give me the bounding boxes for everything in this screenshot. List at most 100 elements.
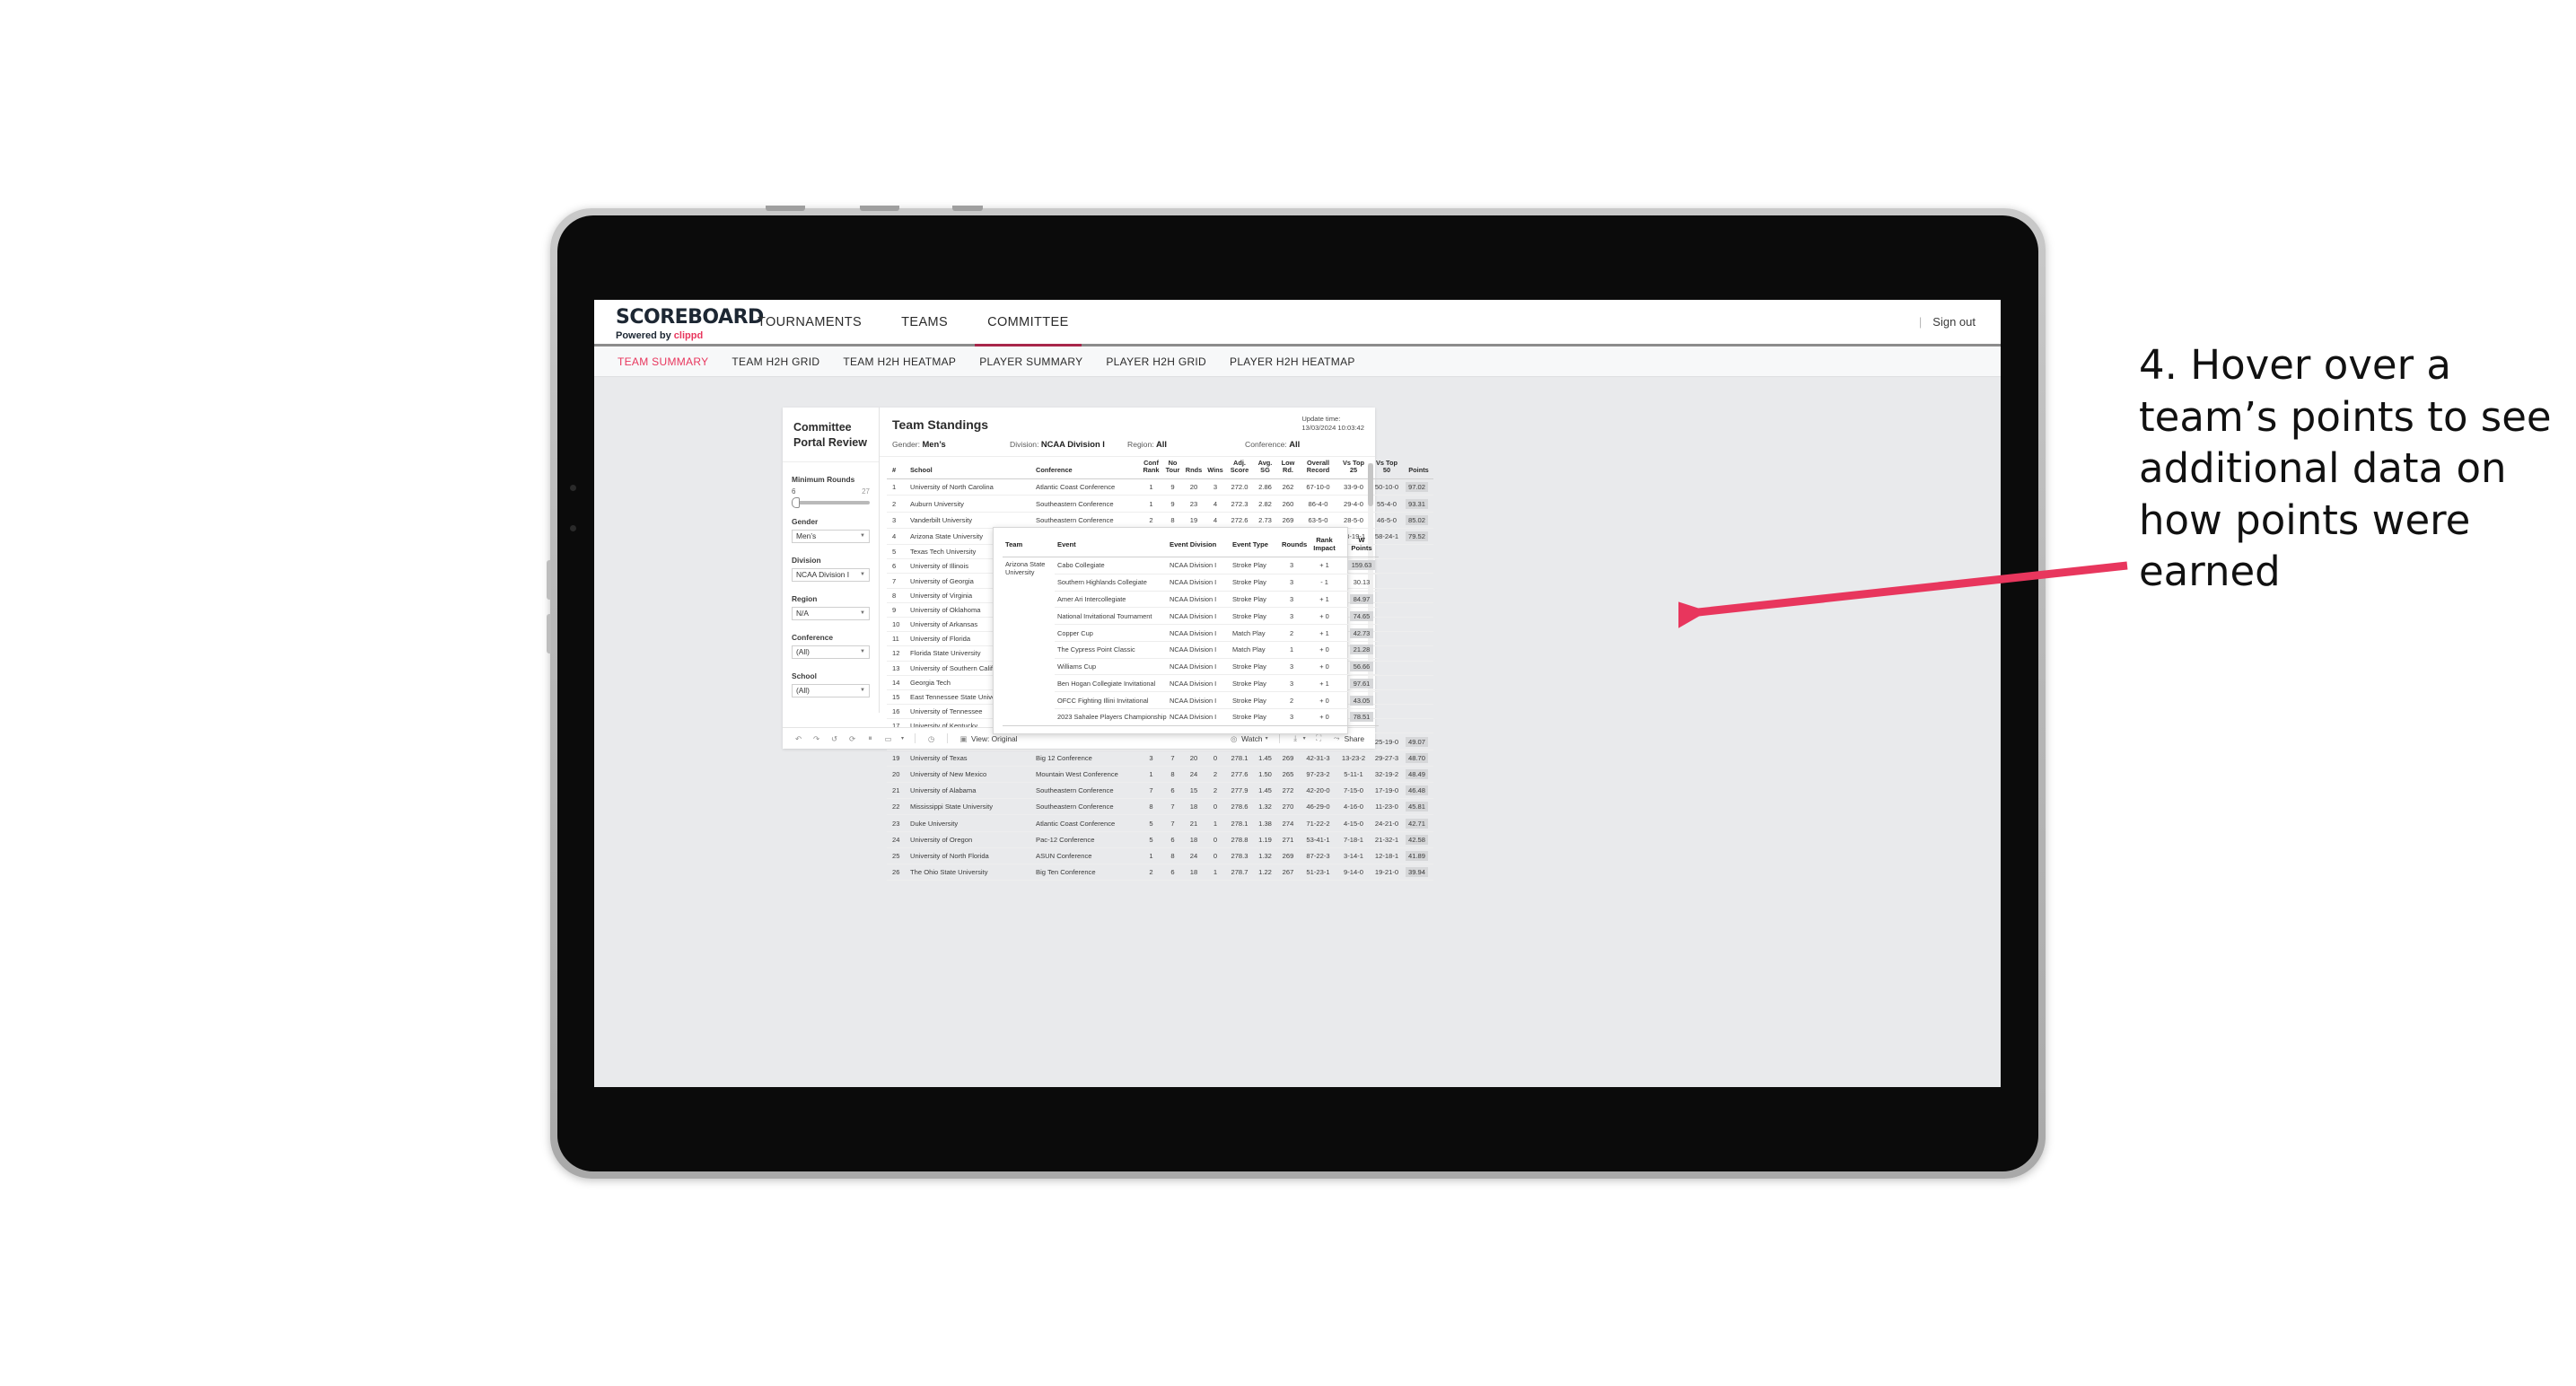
- cell-points[interactable]: 45.81: [1404, 798, 1433, 816]
- standings-col-no-tour[interactable]: No Tour: [1162, 457, 1183, 480]
- division-select[interactable]: NCAA Division I ▼: [792, 567, 870, 582]
- table-row[interactable]: 23 Duke University Atlantic Coast Conferen…: [887, 814, 1433, 832]
- volume-up-button[interactable]: [547, 560, 551, 600]
- dropdown-caret-icon[interactable]: ▾: [901, 735, 904, 741]
- cell-points[interactable]: 48.70: [1404, 750, 1433, 767]
- standings-col-school[interactable]: School: [905, 457, 1030, 480]
- tab-team-h2h-grid[interactable]: TEAM H2H GRID: [732, 355, 819, 368]
- table-row[interactable]: 3 Vanderbilt University Southeastern Confe…: [887, 512, 1433, 529]
- sign-out-link[interactable]: Sign out: [1932, 315, 1976, 329]
- standings-col-avg-sg[interactable]: Avg. SG: [1253, 457, 1277, 480]
- cell-vs-top-50: 46-5-0: [1370, 512, 1404, 529]
- cell-points[interactable]: [1404, 602, 1433, 618]
- region-filter[interactable]: Region N/A ▼: [783, 594, 879, 620]
- cell-points[interactable]: 49.07: [1404, 732, 1433, 750]
- tab-player-summary[interactable]: PLAYER SUMMARY: [979, 355, 1082, 368]
- tooltip-type: Stroke Play: [1230, 607, 1279, 626]
- cell--: 9: [887, 602, 905, 618]
- scrollbar-thumb[interactable]: [1368, 463, 1373, 506]
- standings-col-vs-top-25[interactable]: Vs Top 25: [1337, 457, 1370, 480]
- table-row[interactable]: 20 University of New Mexico Mountain West …: [887, 766, 1433, 784]
- fullscreen-icon[interactable]: ⛶: [1314, 733, 1324, 743]
- device-layout-icon[interactable]: ▭: [883, 733, 893, 743]
- view-original-button[interactable]: ▣ View: Original: [959, 733, 1018, 743]
- standings-col-wins[interactable]: Wins: [1205, 457, 1226, 480]
- school-filter[interactable]: School (All) ▼: [783, 671, 879, 697]
- table-row[interactable]: 25 University of North Florida ASUN Confer…: [887, 847, 1433, 864]
- refresh-icon[interactable]: ⟳: [847, 733, 857, 743]
- cell-points[interactable]: 48.49: [1404, 766, 1433, 784]
- cell-points[interactable]: 93.31: [1404, 495, 1433, 513]
- region-select[interactable]: N/A ▼: [792, 606, 870, 620]
- history-icon[interactable]: ◷: [926, 733, 936, 743]
- table-row[interactable]: 26 The Ohio State University Big Ten Confe…: [887, 864, 1433, 882]
- tab-team-summary[interactable]: TEAM SUMMARY: [618, 355, 708, 368]
- redo-icon[interactable]: ↷: [811, 733, 821, 743]
- volume-down-button[interactable]: [547, 614, 551, 654]
- standings-col-vs-top-50[interactable]: Vs Top 50: [1370, 457, 1404, 480]
- standings-col-conf-rank[interactable]: Conf Rank: [1140, 457, 1162, 480]
- cell-points[interactable]: [1404, 631, 1433, 647]
- slider-handle[interactable]: [792, 496, 800, 508]
- download-button[interactable]: ⤓ ▾: [1291, 733, 1305, 743]
- cell-rnds: 20: [1183, 478, 1205, 496]
- table-row[interactable]: 22 Mississippi State University Southeaste…: [887, 798, 1433, 816]
- brand-logo[interactable]: SCOREBOARD Powered by clippd: [594, 300, 764, 344]
- cell-points[interactable]: [1404, 588, 1433, 603]
- cell-points[interactable]: [1404, 689, 1433, 706]
- cell-points[interactable]: [1404, 573, 1433, 589]
- conference-filter[interactable]: Conference (All) ▼: [783, 633, 879, 659]
- revert-icon[interactable]: ↺: [829, 733, 839, 743]
- table-row[interactable]: 2 Auburn University Southeastern Conferenc…: [887, 495, 1433, 513]
- table-row[interactable]: 24 University of Oregon Pac-12 Conference 5…: [887, 831, 1433, 848]
- cell-points[interactable]: [1404, 661, 1433, 676]
- cell-points[interactable]: 42.71: [1404, 814, 1433, 832]
- division-filter[interactable]: Division NCAA Division I ▼: [783, 556, 879, 582]
- share-button[interactable]: ⤳ Share: [1332, 733, 1364, 743]
- tooltip-event: Southern Highlands Collegiate: [1055, 574, 1167, 592]
- nav-item-tournaments[interactable]: TOURNAMENTS: [738, 300, 881, 344]
- cell-points[interactable]: [1404, 617, 1433, 633]
- cell-points[interactable]: 97.02: [1404, 478, 1433, 496]
- nav-item-teams[interactable]: TEAMS: [881, 300, 968, 344]
- cell--: 14: [887, 675, 905, 690]
- standings-col--[interactable]: #: [887, 457, 905, 480]
- cell-points[interactable]: 85.02: [1404, 512, 1433, 529]
- tab-player-h2h-heatmap[interactable]: PLAYER H2H HEATMAP: [1230, 355, 1355, 368]
- table-row[interactable]: 1 University of North Carolina Atlantic Co…: [887, 478, 1433, 496]
- minimum-rounds-slider[interactable]: [792, 496, 870, 508]
- school-select[interactable]: (All) ▼: [792, 683, 870, 697]
- undo-icon[interactable]: ↶: [793, 733, 803, 743]
- cell-points[interactable]: 46.48: [1404, 782, 1433, 800]
- cell-points[interactable]: 39.94: [1404, 864, 1433, 882]
- standings-col-rnds[interactable]: Rnds: [1183, 457, 1205, 480]
- cell-points[interactable]: [1404, 675, 1433, 690]
- nav-item-committee[interactable]: COMMITTEE: [968, 300, 1089, 346]
- cell-points[interactable]: [1404, 704, 1433, 720]
- standings-col-adj-score[interactable]: Adj. Score: [1226, 457, 1253, 480]
- standings-col-low-rd-[interactable]: Low Rd.: [1277, 457, 1299, 480]
- cell-points[interactable]: 42.58: [1404, 831, 1433, 848]
- tab-player-h2h-grid[interactable]: PLAYER H2H GRID: [1106, 355, 1206, 368]
- toolbar-divider: [1278, 733, 1280, 743]
- tab-team-h2h-heatmap[interactable]: TEAM H2H HEATMAP: [843, 355, 956, 368]
- cell-points[interactable]: [1404, 645, 1433, 662]
- standings-col-conference[interactable]: Conference: [1030, 457, 1140, 480]
- standings-col-points[interactable]: Points: [1404, 457, 1433, 480]
- minimum-rounds-filter[interactable]: Minimum Rounds 6 27: [783, 475, 879, 508]
- watch-button[interactable]: ◎ Watch ▾: [1229, 733, 1268, 743]
- table-row[interactable]: 21 University of Alabama Southeastern Conf…: [887, 782, 1433, 800]
- cell--: 3: [887, 512, 905, 529]
- cell-points[interactable]: 41.89: [1404, 847, 1433, 864]
- tooltip-type: Stroke Play: [1230, 691, 1279, 710]
- cell-points[interactable]: 79.52: [1404, 528, 1433, 546]
- conference-select[interactable]: (All) ▼: [792, 645, 870, 659]
- cell-points[interactable]: [1404, 718, 1433, 734]
- standings-col-overall-record[interactable]: Overall Record: [1299, 457, 1337, 480]
- gender-filter[interactable]: Gender Men’s ▼: [783, 517, 879, 543]
- cell-points[interactable]: [1404, 558, 1433, 575]
- table-row[interactable]: 19 University of Texas Big 12 Conference 3 7…: [887, 750, 1433, 767]
- cell-points[interactable]: [1404, 544, 1433, 560]
- pause-icon[interactable]: ⏸: [865, 733, 875, 743]
- gender-select[interactable]: Men’s ▼: [792, 529, 870, 543]
